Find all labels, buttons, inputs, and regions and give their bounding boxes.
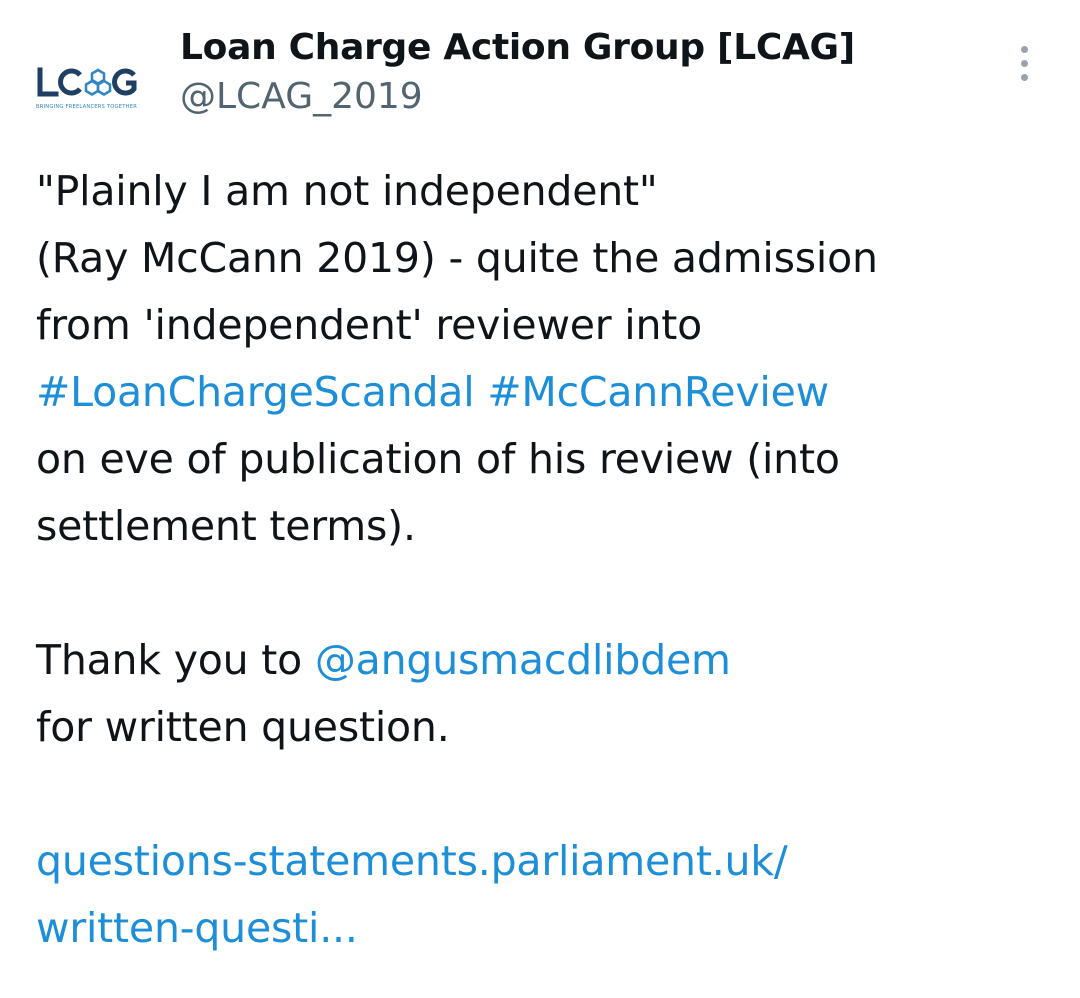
tweet-text-segment: settlement terms). <box>36 502 416 550</box>
tweet-text-line: on eve of publication of his review (int… <box>36 426 1056 493</box>
vertical-ellipsis-icon <box>1020 45 1028 53</box>
more-options-button[interactable] <box>1004 38 1044 88</box>
hexagon-network-icon <box>84 68 112 96</box>
tweet-text-segment <box>474 368 487 416</box>
tweet-text-segment: on eve of publication of his review (int… <box>36 435 840 483</box>
tweet-text-segment: (Ray McCann 2019) - quite the admission <box>36 234 878 282</box>
hashtag-link[interactable]: #LoanChargeScandal <box>36 368 475 416</box>
tweet-text-line: from 'independent' reviewer into <box>36 292 1056 359</box>
paragraph-break <box>36 761 1056 828</box>
paragraph-break <box>36 560 1056 627</box>
tweet-text-line: for written question. <box>36 694 1056 761</box>
author-handle[interactable]: @LCAG_2019 <box>180 73 423 121</box>
hashtag-link[interactable]: #McCannReview <box>487 368 829 416</box>
mention-link[interactable]: @angusmacdlibdem <box>315 636 731 684</box>
tweet-text-line: #LoanChargeScandal #McCannReview <box>36 359 1056 426</box>
avatar[interactable]: BRINGING FREELANCERS TOGETHER <box>34 66 144 112</box>
tweet-text: "Plainly I am not independent" (Ray McCan… <box>36 158 1056 962</box>
lcag-logo: BRINGING FREELANCERS TOGETHER <box>36 67 137 110</box>
url-link[interactable]: questions-statements.parliament.uk/ <box>36 837 788 885</box>
tweet-text-line: written-questi... <box>36 895 1056 962</box>
author-display-name[interactable]: Loan Charge Action Group [LCAG] <box>180 24 855 72</box>
tweet-header: BRINGING FREELANCERS TOGETHER Loan Charg… <box>0 0 1080 130</box>
tweet-text-line: Thank you to @angusmacdlibdem <box>36 627 1056 694</box>
tweet-text-segment: Thank you to <box>36 636 315 684</box>
tweet-text-line: questions-statements.parliament.uk/ <box>36 828 1056 895</box>
tweet-text-segment: from 'independent' reviewer into <box>36 301 703 349</box>
vertical-ellipsis-icon <box>1020 59 1028 67</box>
tweet-text-line: settlement terms). <box>36 493 1056 560</box>
tweet-text-segment: "Plainly I am not independent" <box>36 167 658 215</box>
tweet-text-line: (Ray McCann 2019) - quite the admission <box>36 225 1056 292</box>
tweet: BRINGING FREELANCERS TOGETHER Loan Charg… <box>0 0 1080 998</box>
vertical-ellipsis-icon <box>1020 73 1028 81</box>
url-link[interactable]: written-questi... <box>36 904 358 952</box>
svg-text:BRINGING FREELANCERS TOGETHER: BRINGING FREELANCERS TOGETHER <box>36 104 137 110</box>
tweet-text-line: "Plainly I am not independent" <box>36 158 1056 225</box>
tweet-text-segment: for written question. <box>36 703 450 751</box>
